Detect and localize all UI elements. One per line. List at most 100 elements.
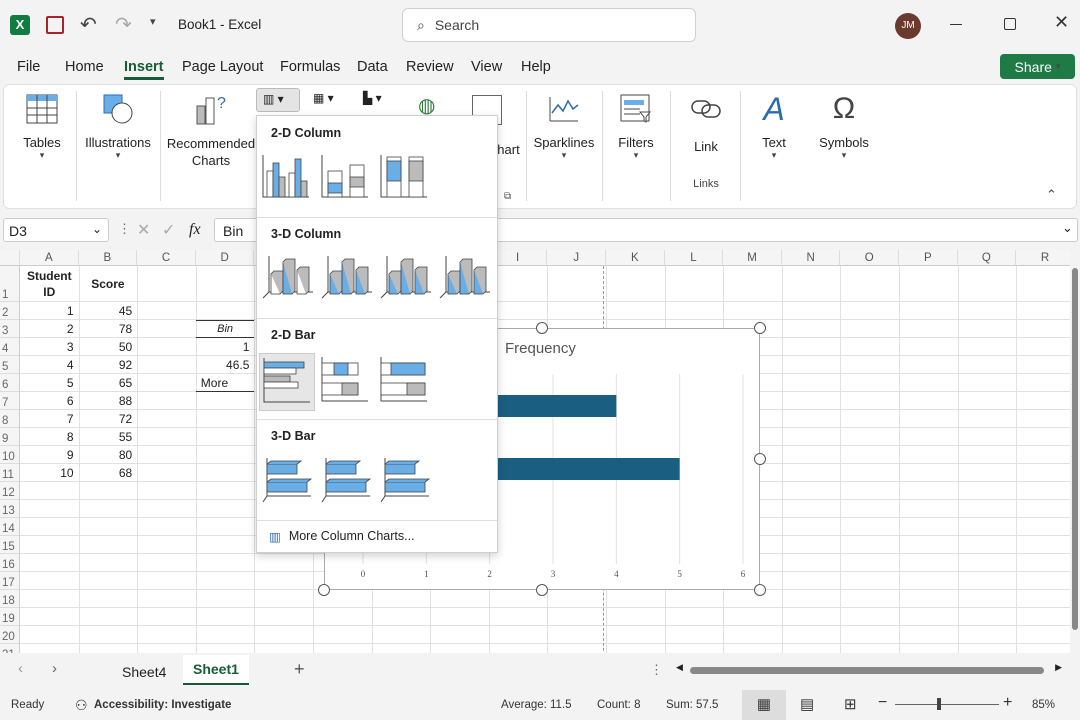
- column-header-B[interactable]: B: [78, 250, 138, 266]
- column-chart-button[interactable]: ▥ ▾: [256, 88, 300, 112]
- cancel-icon[interactable]: ✕: [137, 220, 150, 240]
- sheet-tab-sheet1[interactable]: Sheet1: [183, 655, 249, 685]
- chart-type-3d-bar-3[interactable]: [377, 454, 433, 512]
- cell-A5[interactable]: 4: [20, 356, 79, 374]
- resize-handle[interactable]: [536, 584, 548, 596]
- chart-type-2d-bar-1[interactable]: [259, 353, 315, 411]
- tab-data[interactable]: Data: [357, 59, 388, 75]
- column-header-A[interactable]: A: [20, 250, 79, 266]
- recommended-charts-button[interactable]: ? Recommended Charts: [164, 85, 258, 169]
- cell-A8[interactable]: 7: [20, 410, 79, 428]
- next-sheet-icon[interactable]: ›: [52, 660, 57, 677]
- text-button[interactable]: A Text ▾: [746, 85, 802, 161]
- cell-B7[interactable]: 88: [79, 392, 138, 410]
- row-header-4[interactable]: 4: [0, 338, 20, 356]
- column-header-K[interactable]: K: [606, 250, 665, 266]
- chart-type-3d-bar-2[interactable]: [318, 454, 374, 512]
- column-header-N[interactable]: N: [781, 250, 841, 266]
- row-header-18[interactable]: 18: [0, 590, 20, 608]
- column-header-J[interactable]: J: [547, 250, 606, 266]
- column-header-D[interactable]: D: [195, 250, 255, 266]
- row-header-11[interactable]: 11: [0, 464, 20, 482]
- cell-B11[interactable]: 68: [79, 464, 138, 482]
- tab-formulas[interactable]: Formulas: [280, 59, 340, 75]
- column-header-C[interactable]: C: [137, 250, 196, 266]
- expand-formula-icon[interactable]: ⌄: [1062, 220, 1073, 236]
- zoom-in-button[interactable]: +: [1003, 694, 1012, 712]
- row-header-13[interactable]: 13: [0, 500, 20, 518]
- avatar[interactable]: JM: [895, 13, 921, 39]
- share-button[interactable]: Share ▾: [1000, 54, 1075, 79]
- accessibility-icon[interactable]: ⚇: [75, 697, 88, 714]
- tab-file[interactable]: File: [17, 59, 40, 75]
- cell-D4[interactable]: 1: [196, 338, 255, 356]
- row-header-9[interactable]: 9: [0, 428, 20, 446]
- sparklines-button[interactable]: Sparklines ▾: [532, 85, 596, 161]
- cell-B8[interactable]: 72: [79, 410, 138, 428]
- cell-A3[interactable]: 2: [20, 320, 79, 338]
- maximize-button[interactable]: [1004, 18, 1016, 30]
- chart-type-2d-column-2[interactable]: [318, 151, 374, 209]
- accessibility-status[interactable]: Accessibility: Investigate: [94, 699, 231, 711]
- chart-type-3d-bar-1[interactable]: [259, 454, 315, 512]
- vertical-scrollbar[interactable]: [1070, 250, 1080, 653]
- column-header-M[interactable]: M: [723, 250, 782, 266]
- row-header-6[interactable]: 6: [0, 374, 20, 392]
- column-header-L[interactable]: L: [664, 250, 724, 266]
- insert-function-icon[interactable]: fx: [189, 221, 201, 239]
- row-header-3[interactable]: 3: [0, 320, 20, 338]
- column-header-R[interactable]: R: [1016, 250, 1070, 266]
- row-header-12[interactable]: 12: [0, 482, 20, 500]
- prev-sheet-icon[interactable]: ‹: [18, 660, 23, 677]
- row-header-7[interactable]: 7: [0, 392, 20, 410]
- save-icon[interactable]: [46, 16, 64, 34]
- chart-type-2d-bar-2[interactable]: [318, 353, 374, 411]
- cell-D3[interactable]: Bin: [195, 320, 255, 338]
- chart-type-3d-column-2[interactable]: [318, 252, 374, 310]
- enter-icon[interactable]: ✓: [162, 220, 175, 240]
- pie-chart-button[interactable]: ▙ ▾: [363, 91, 382, 105]
- collapse-ribbon-icon[interactable]: ⌃: [1046, 187, 1057, 203]
- chart-type-2d-column-1[interactable]: [259, 151, 315, 209]
- minimize-button[interactable]: [950, 24, 962, 25]
- tab-review[interactable]: Review: [406, 59, 454, 75]
- zoom-out-button[interactable]: −: [878, 694, 887, 712]
- cell-B9[interactable]: 55: [79, 428, 138, 446]
- row-header-10[interactable]: 10: [0, 446, 20, 464]
- row-header-20[interactable]: 20: [0, 626, 20, 644]
- normal-view-button[interactable]: ▦: [742, 690, 786, 720]
- link-button[interactable]: Link Links: [676, 85, 736, 190]
- cell-B6[interactable]: 65: [79, 374, 138, 392]
- cell-D6[interactable]: More: [195, 374, 255, 392]
- row-header-1[interactable]: 1: [0, 266, 20, 302]
- resize-handle[interactable]: [754, 584, 766, 596]
- name-box[interactable]: D3 ⌄: [3, 218, 109, 242]
- cell-B1[interactable]: Score: [79, 266, 138, 302]
- tab-page-layout[interactable]: Page Layout: [182, 59, 263, 75]
- undo-icon[interactable]: ↶: [80, 12, 97, 37]
- tab-view[interactable]: View: [471, 59, 502, 75]
- cell-A1[interactable]: Student ID: [20, 266, 79, 302]
- row-header-19[interactable]: 19: [0, 608, 20, 626]
- chart-type-3d-column-1[interactable]: [259, 252, 315, 310]
- add-sheet-button[interactable]: +: [294, 659, 305, 680]
- tables-button[interactable]: Tables ▾: [14, 85, 70, 161]
- tab-help[interactable]: Help: [521, 59, 551, 75]
- row-header-21[interactable]: 21: [0, 644, 20, 653]
- row-header-5[interactable]: 5: [0, 356, 20, 374]
- row-header-16[interactable]: 16: [0, 554, 20, 572]
- close-button[interactable]: ✕: [1054, 12, 1069, 33]
- column-header-O[interactable]: O: [840, 250, 899, 266]
- search-box[interactable]: ⌕ Search: [402, 8, 696, 42]
- cell-B4[interactable]: 50: [79, 338, 138, 356]
- cell-A2[interactable]: 1: [20, 302, 79, 320]
- line-chart-button[interactable]: ▦ ▾: [313, 91, 334, 105]
- resize-handle[interactable]: [754, 453, 766, 465]
- row-header-14[interactable]: 14: [0, 518, 20, 536]
- tab-insert[interactable]: Insert: [124, 59, 164, 80]
- cell-D5[interactable]: 46.5: [196, 356, 255, 374]
- chart-type-3d-column-3[interactable]: [377, 252, 433, 310]
- zoom-level[interactable]: 85%: [1032, 699, 1055, 711]
- sheet-tab-sheet4[interactable]: Sheet4: [122, 664, 166, 680]
- column-header-P[interactable]: P: [899, 250, 958, 266]
